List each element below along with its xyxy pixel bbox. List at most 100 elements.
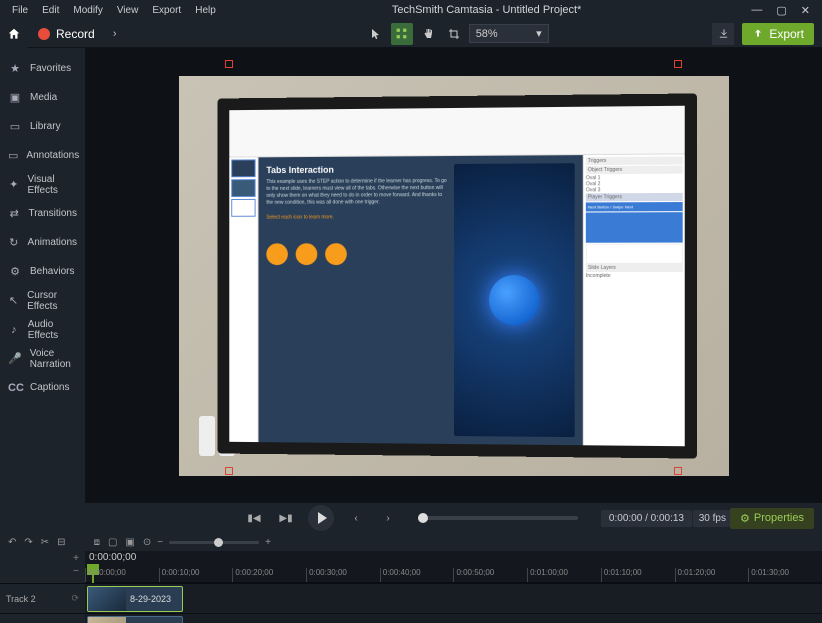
- media-icon: ▣: [8, 91, 22, 104]
- panel-annotations[interactable]: ▭Annotations: [0, 141, 85, 170]
- canvas-media[interactable]: Tabs Interaction This example uses the S…: [179, 76, 729, 476]
- zoom-select[interactable]: 58% ▾: [469, 24, 549, 43]
- menu-bar: File Edit Modify View Export Help: [0, 3, 222, 18]
- transport-bar: ▮◀ ▶▮ ‹ › 0:00:00 / 0:00:13 30 fps ⚙ Pro…: [0, 503, 822, 533]
- menu-edit[interactable]: Edit: [36, 3, 65, 18]
- transitions-icon: ⇄: [8, 207, 20, 220]
- record-dropdown[interactable]: ›: [105, 20, 125, 48]
- audio-icon: ♪: [8, 324, 20, 336]
- resize-handle[interactable]: [225, 60, 233, 68]
- maximize-icon[interactable]: ▢: [776, 4, 786, 17]
- zoom-reset-icon[interactable]: ⊙: [143, 537, 151, 548]
- track-headers: + − Track 2⟳ Track 1⟳: [0, 551, 85, 623]
- animations-icon: ↻: [8, 236, 20, 249]
- panel-cursor-effects[interactable]: ↖Cursor Effects: [0, 286, 85, 315]
- scrub-bar[interactable]: [418, 516, 578, 520]
- zoom-in-icon[interactable]: +: [265, 537, 271, 548]
- slide-hint: Select each icon to learn more.: [266, 214, 448, 222]
- screen-recording-content: Tabs Interaction This example uses the S…: [217, 93, 696, 458]
- zoom-out-icon[interactable]: −: [157, 537, 163, 548]
- panel-audio-effects[interactable]: ♪Audio Effects: [0, 315, 85, 344]
- minimize-icon[interactable]: —: [751, 4, 762, 17]
- scrub-handle[interactable]: [418, 513, 428, 523]
- menu-view[interactable]: View: [111, 3, 145, 18]
- menu-export[interactable]: Export: [146, 3, 187, 18]
- playhead-timecode: 0:00:00;00: [89, 552, 136, 563]
- menu-file[interactable]: File: [6, 3, 34, 18]
- resize-handle[interactable]: [674, 60, 682, 68]
- properties-button[interactable]: ⚙ Properties: [730, 508, 814, 529]
- star-icon: ★: [8, 62, 22, 75]
- cut-button[interactable]: ✂: [41, 537, 49, 548]
- mic-icon: 🎤: [8, 352, 22, 365]
- play-button[interactable]: [308, 505, 334, 531]
- track-row[interactable]: doctor-offi: [85, 613, 822, 623]
- step-forward-button[interactable]: ›: [378, 508, 398, 528]
- redo-button[interactable]: ↷: [24, 537, 32, 548]
- marker2-button[interactable]: ▣: [125, 537, 134, 548]
- timeline-zoom-thumb[interactable]: [214, 538, 223, 547]
- add-track-icon[interactable]: +: [73, 553, 79, 564]
- home-button[interactable]: [0, 20, 28, 48]
- record-button[interactable]: Record: [28, 20, 105, 48]
- track-header[interactable]: Track 2⟳: [0, 583, 85, 613]
- next-clip-button[interactable]: ▶▮: [276, 508, 296, 528]
- panel-favorites[interactable]: ★Favorites: [0, 54, 85, 83]
- download-button[interactable]: [712, 23, 734, 45]
- step-back-button[interactable]: ‹: [346, 508, 366, 528]
- title-bar: File Edit Modify View Export Help TechSm…: [0, 0, 822, 20]
- clip[interactable]: doctor-offi: [87, 616, 183, 623]
- pointer-tool-icon[interactable]: [365, 23, 387, 45]
- timecode-display: 0:00:00 / 0:00:13: [601, 510, 692, 527]
- menu-modify[interactable]: Modify: [67, 3, 108, 18]
- timeline: +− Track 2⟳ Track 1⟳ 0:00:00;00 0:00:00;…: [0, 551, 822, 623]
- export-button[interactable]: Export: [742, 23, 814, 45]
- slide-text: This example uses the STEP action to det…: [266, 178, 448, 207]
- timeline-tracks[interactable]: 0:00:00;00 0:00:00;000:00:10;000:00:20;0…: [85, 551, 822, 623]
- undo-button[interactable]: ↶: [8, 537, 16, 548]
- timeline-zoom-slider[interactable]: [169, 541, 259, 544]
- close-icon[interactable]: ✕: [801, 4, 810, 17]
- ruler-tick: 0:00:40;00: [380, 568, 454, 582]
- magnet-button[interactable]: ⧈: [94, 537, 100, 548]
- hand-tool-icon[interactable]: [417, 23, 439, 45]
- ruler-tick: 0:00:50;00: [453, 568, 527, 582]
- main-toolbar: Record › 58% ▾ Export: [0, 20, 822, 48]
- timeline-ruler[interactable]: 0:00:00;00 0:00:00;000:00:10;000:00:20;0…: [85, 551, 822, 583]
- menu-help[interactable]: Help: [189, 3, 222, 18]
- panel-media[interactable]: ▣Media: [0, 83, 85, 112]
- remove-track-icon[interactable]: −: [73, 566, 79, 577]
- track-lock-icon[interactable]: ⟳: [71, 593, 79, 604]
- panel-voice-narration[interactable]: 🎤Voice Narration: [0, 344, 85, 373]
- split-button[interactable]: ⊟: [57, 537, 65, 548]
- behaviors-icon: ⚙: [8, 265, 22, 278]
- resize-handle[interactable]: [674, 467, 682, 475]
- panel-animations[interactable]: ↻Animations: [0, 228, 85, 257]
- window-title: TechSmith Camtasia - Untitled Project*: [222, 4, 752, 16]
- fps-display[interactable]: 30 fps: [693, 510, 732, 527]
- panel-library[interactable]: ▭Library: [0, 112, 85, 141]
- panel-captions[interactable]: CCCaptions: [0, 373, 85, 402]
- clip-thumbnail: [88, 617, 126, 623]
- cursor-icon: ↖: [8, 294, 19, 307]
- clip[interactable]: 8-29-2023: [87, 586, 183, 612]
- record-label: Record: [56, 27, 95, 41]
- panel-visual-effects[interactable]: ✦Visual Effects: [0, 170, 85, 199]
- marker-button[interactable]: ▢: [108, 537, 117, 548]
- share-icon: [752, 28, 764, 40]
- crop-tool-icon[interactable]: [443, 23, 465, 45]
- canvas[interactable]: Tabs Interaction This example uses the S…: [85, 48, 822, 503]
- selection-tool-icon[interactable]: [391, 23, 413, 45]
- prev-clip-button[interactable]: ▮◀: [244, 508, 264, 528]
- ruler-tick: 0:00:10;00: [159, 568, 233, 582]
- window-controls: — ▢ ✕: [751, 4, 822, 17]
- track-row[interactable]: 8-29-2023: [85, 583, 822, 613]
- panel-behaviors[interactable]: ⚙Behaviors: [0, 257, 85, 286]
- ruler-tick: 0:00:30;00: [306, 568, 380, 582]
- library-icon: ▭: [8, 120, 22, 133]
- track-header[interactable]: Track 1⟳: [0, 613, 85, 623]
- panel-transitions[interactable]: ⇄Transitions: [0, 199, 85, 228]
- resize-handle[interactable]: [225, 467, 233, 475]
- clip-thumbnail: [88, 587, 126, 611]
- ruler-tick: 0:00:20;00: [232, 568, 306, 582]
